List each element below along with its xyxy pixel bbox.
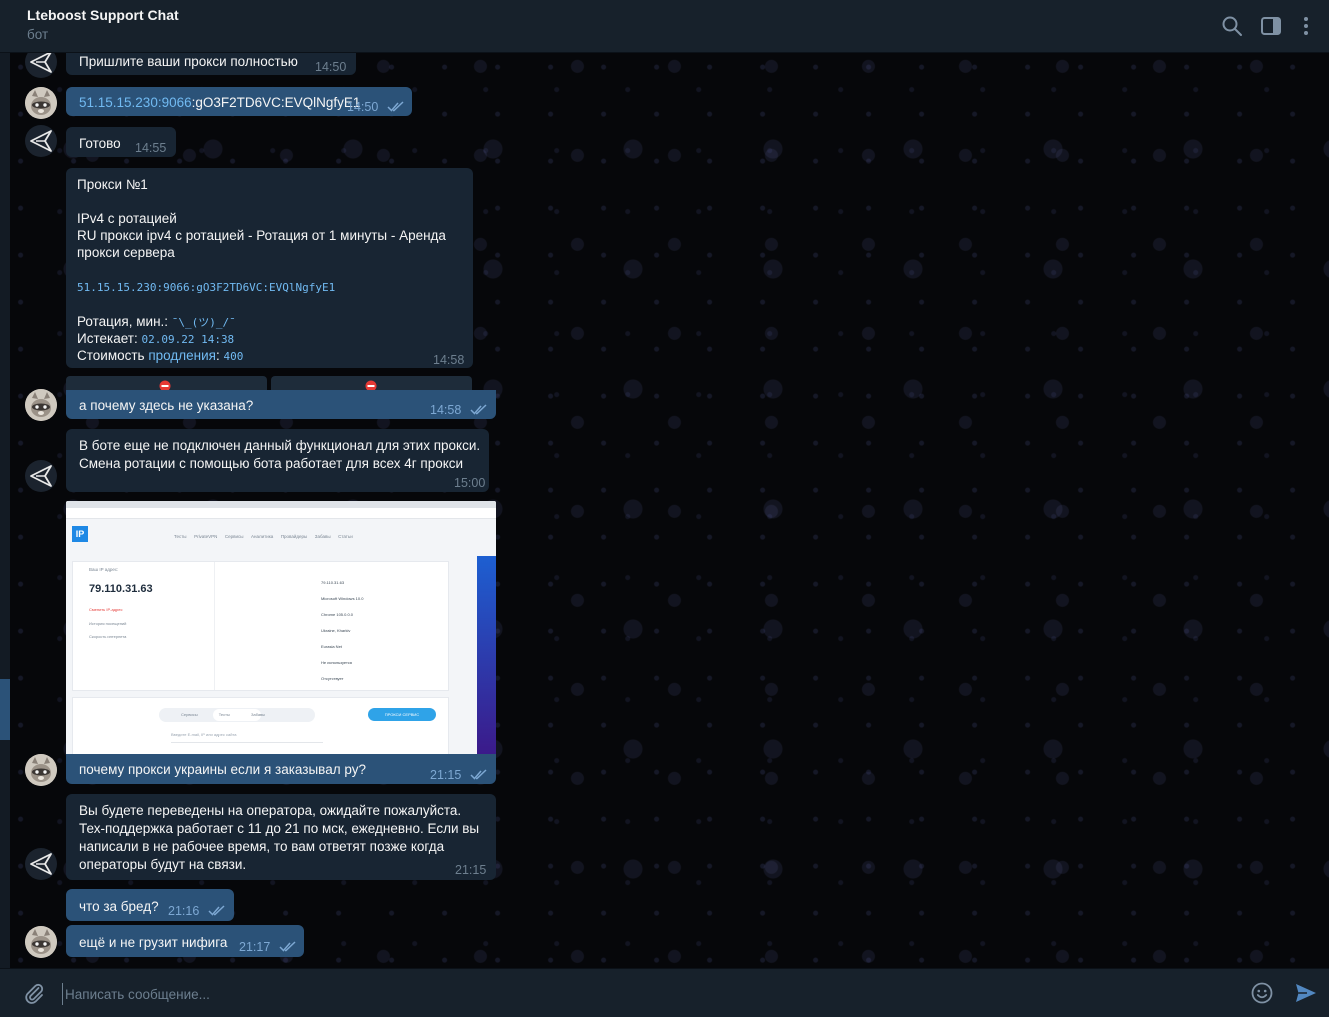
proxy-description: RU прокси ipv4 с ротацией - Ротация от 1…	[77, 228, 446, 260]
rotation-value: ¯\_(ツ)_/¯	[171, 316, 236, 329]
message-bubble-incoming[interactable]: В боте еще не подключен данный функциона…	[66, 429, 489, 492]
message-bubble-outgoing[interactable]: почему прокси украины если я заказывал р…	[66, 754, 496, 784]
user-avatar[interactable]	[25, 754, 57, 786]
more-icon[interactable]	[1295, 15, 1317, 37]
raccoon-icon	[25, 389, 57, 421]
proxy-link[interactable]: 51.15.15.230:9066	[79, 95, 192, 110]
message-input[interactable]	[62, 983, 1217, 1005]
inline-keyboard-button[interactable]	[66, 376, 267, 392]
user-avatar[interactable]	[25, 87, 57, 119]
message-time: 21:15	[430, 768, 462, 782]
message-text: почему прокси украины если я заказывал р…	[79, 762, 366, 777]
bot-avatar[interactable]	[25, 460, 57, 492]
raccoon-icon	[25, 926, 57, 958]
message-time: 21:17	[239, 940, 271, 954]
message-bubble-incoming[interactable]: Вы будете переведены на оператора, ожида…	[66, 794, 496, 880]
renewal-link[interactable]: продления	[148, 348, 216, 363]
cost-value: 400	[223, 350, 244, 363]
bot-logo-icon	[30, 130, 52, 152]
message-text: ещё и не грузит нифига	[79, 935, 228, 950]
read-checks-icon	[470, 769, 487, 780]
chat-status: бот	[27, 27, 49, 42]
message-text: а почему здесь не указана?	[79, 398, 254, 413]
expires-row: Истекает: 02.09.22 14:38	[77, 331, 235, 346]
ip-details-list: 79.110.31.63 Microsoft Windows 10.0 Chro…	[321, 580, 364, 681]
rotation-row: Ротация, мин.: ¯\_(ツ)_/¯	[77, 314, 236, 329]
chat-header: Lteboost Support Chat бот	[0, 0, 1329, 53]
emoji-icon[interactable]	[1250, 981, 1274, 1005]
services-card: Сервисы Тесты Забавы ПРОКСИ СЕРВИС Введи…	[72, 697, 449, 754]
message-bubble-incoming[interactable]: Пришлите ваши прокси полностью 14:50	[66, 51, 356, 75]
browser-address-bar	[66, 508, 496, 519]
message-text: Пришлите ваши прокси полностью	[79, 54, 298, 69]
inline-keyboard-button[interactable]	[271, 376, 472, 392]
promo-banner	[477, 556, 496, 754]
proxy-card-message[interactable]: Прокси №1 IPv4 с ротацией RU прокси ipv4…	[66, 168, 473, 368]
message-bubble-outgoing[interactable]: ещё и не грузит нифига 21:17	[66, 925, 304, 957]
bot-logo-icon	[30, 465, 52, 487]
message-text: 51.15.15.230:9066:gO3F2TD6VC:EVQlNgfyE1	[79, 95, 361, 110]
raccoon-icon	[25, 754, 57, 786]
user-avatar[interactable]	[25, 926, 57, 958]
site-logo: IP	[72, 526, 88, 542]
user-avatar[interactable]	[25, 389, 57, 421]
proxy-credentials[interactable]: 51.15.15.230:9066:gO3F2TD6VC:EVQlNgfyE1	[77, 279, 335, 296]
sidebar-toggle-icon[interactable]	[1260, 15, 1282, 37]
attach-icon[interactable]	[22, 981, 46, 1005]
proxy-type: IPv4 с ротацией	[77, 211, 177, 226]
message-text: В боте еще не подключен данный функциона…	[79, 438, 481, 471]
chat-title[interactable]: Lteboost Support Chat	[27, 7, 179, 23]
message-composer	[0, 968, 1329, 1017]
browser-tabs-bar	[66, 501, 496, 508]
message-time: 15:00	[454, 476, 486, 490]
message-time: 21:15	[455, 863, 487, 877]
message-time: 14:58	[430, 403, 462, 417]
proxy-title: Прокси №1	[77, 177, 148, 192]
message-bubble-outgoing[interactable]: что за бред? 21:16	[66, 889, 234, 921]
read-checks-icon	[208, 905, 225, 916]
message-time: 14:50	[315, 60, 347, 74]
cost-row: Стоимость продления: 400	[77, 348, 244, 363]
attached-screenshot[interactable]: IP Тесты PrivateVPN Сервисы Аналитика Пр…	[66, 501, 496, 754]
bot-avatar[interactable]	[25, 848, 57, 880]
message-text: что за бред?	[79, 899, 159, 914]
bot-avatar[interactable]	[25, 125, 57, 157]
ip-info-card: Ваш IP адрес: 79.110.31.63 Сменить IP-ад…	[72, 561, 449, 691]
message-time: 14:58	[433, 353, 465, 367]
message-bubble-incoming[interactable]: Готово 14:55	[66, 127, 176, 157]
message-time: 21:16	[168, 904, 200, 918]
site-nav: Тесты PrivateVPN Сервисы Аналитика Прова…	[174, 534, 353, 539]
read-checks-icon	[387, 101, 404, 112]
raccoon-icon	[25, 87, 57, 119]
bot-logo-icon	[30, 853, 52, 875]
ip-address-value: 79.110.31.63	[89, 583, 153, 595]
scroll-indicator[interactable]	[0, 679, 10, 740]
read-checks-icon	[279, 941, 296, 952]
read-checks-icon	[470, 404, 487, 415]
expires-value: 02.09.22 14:38	[141, 333, 235, 346]
message-bubble-outgoing[interactable]: а почему здесь не указана? 14:58	[66, 390, 496, 419]
message-time: 14:55	[135, 141, 167, 155]
proxy-service-button: ПРОКСИ СЕРВИС	[368, 708, 436, 721]
left-panel-edge	[0, 53, 10, 968]
message-text: Готово	[79, 136, 121, 151]
message-time: 14:50	[347, 100, 379, 114]
message-bubble-outgoing[interactable]: 51.15.15.230:9066:gO3F2TD6VC:EVQlNgfyE1 …	[66, 87, 412, 116]
send-icon[interactable]	[1293, 980, 1319, 1006]
message-text: Вы будете переведены на оператора, ожида…	[79, 803, 480, 872]
search-icon[interactable]	[1221, 15, 1243, 37]
